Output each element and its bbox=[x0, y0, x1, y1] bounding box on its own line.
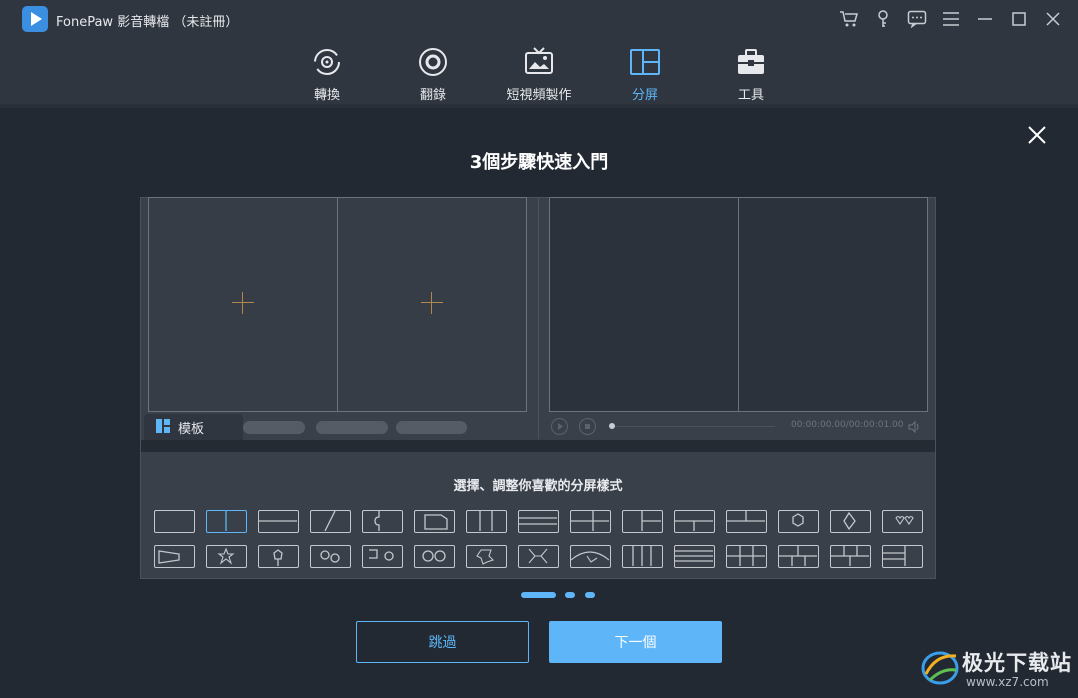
tab-label: 分屏 bbox=[631, 88, 658, 103]
layout-template-option[interactable] bbox=[518, 545, 559, 568]
grid-icon bbox=[156, 418, 170, 437]
app-title: FonePaw 影音轉檔 （未註冊） bbox=[56, 15, 239, 30]
tab-label: 工具 bbox=[737, 88, 764, 103]
layout-template-option[interactable] bbox=[778, 545, 819, 568]
tab-convert[interactable]: 轉換 bbox=[282, 46, 372, 103]
guide-title: 3個步驟快速入門 bbox=[469, 152, 609, 173]
layout-template-option[interactable] bbox=[466, 510, 507, 533]
layout-template-option[interactable] bbox=[570, 510, 611, 533]
layout-template-option[interactable] bbox=[206, 545, 247, 568]
layout-template-option[interactable] bbox=[674, 545, 715, 568]
layout-template-option[interactable] bbox=[674, 510, 715, 533]
pane-divider bbox=[738, 198, 739, 411]
stop-icon[interactable] bbox=[579, 418, 596, 435]
pane-divider bbox=[337, 198, 338, 411]
progress-handle[interactable] bbox=[609, 423, 615, 429]
layout-template-option[interactable] bbox=[882, 510, 923, 533]
layout-template-option[interactable] bbox=[206, 510, 247, 533]
layout-template-option[interactable] bbox=[466, 545, 507, 568]
tab-label: 轉換 bbox=[313, 88, 340, 103]
volume-icon[interactable] bbox=[907, 419, 921, 434]
edit-pane bbox=[148, 197, 527, 412]
layout-template-option[interactable] bbox=[154, 545, 195, 568]
split-screen-icon bbox=[628, 46, 662, 78]
feedback-icon[interactable] bbox=[906, 8, 928, 30]
output-preview-pane bbox=[549, 197, 928, 412]
tab-split-screen[interactable]: 分屏 bbox=[600, 46, 690, 103]
app-logo-icon bbox=[22, 6, 48, 32]
page-dot[interactable] bbox=[565, 592, 575, 598]
layout-template-option[interactable] bbox=[310, 545, 351, 568]
tab-toolbox[interactable]: 工具 bbox=[706, 46, 796, 103]
watermark-text: 极光下载站 bbox=[962, 651, 1072, 675]
main-nav: 轉換 翻錄 短視頻製作 分屏 工具 bbox=[0, 38, 1078, 104]
page-indicator bbox=[0, 591, 1078, 599]
preview-footer bbox=[141, 440, 935, 452]
skip-button[interactable]: 跳過 bbox=[356, 621, 529, 663]
layout-template-option[interactable] bbox=[622, 545, 663, 568]
layout-template-option[interactable] bbox=[310, 510, 351, 533]
layout-panel-title: 選擇、調整你喜歡的分屏樣式 bbox=[453, 479, 623, 494]
add-media-icon[interactable] bbox=[421, 292, 443, 314]
timecode: 00:00:00.00/00:00:01.00 bbox=[791, 420, 904, 430]
layout-template-option[interactable] bbox=[570, 545, 611, 568]
tab-short-video[interactable]: 短視頻製作 bbox=[494, 46, 584, 103]
tab-template[interactable]: 模板 bbox=[144, 414, 243, 440]
layout-template-option[interactable] bbox=[830, 545, 871, 568]
minimize-icon[interactable] bbox=[974, 8, 996, 30]
key-icon[interactable] bbox=[872, 8, 894, 30]
play-icon[interactable] bbox=[551, 418, 568, 435]
layout-template-option[interactable] bbox=[154, 510, 195, 533]
layout-template-option[interactable] bbox=[726, 545, 767, 568]
guide-close-icon[interactable] bbox=[1024, 122, 1050, 148]
playback-controls: 00:00:00.00/00:00:01.00 bbox=[549, 416, 928, 436]
layout-template-option[interactable] bbox=[362, 545, 403, 568]
layout-template-option[interactable] bbox=[518, 510, 559, 533]
tab-rip[interactable]: 翻錄 bbox=[388, 46, 478, 103]
tab-label: 翻錄 bbox=[419, 88, 446, 103]
page-dot[interactable] bbox=[585, 592, 595, 598]
tab-placeholder[interactable] bbox=[243, 421, 305, 434]
title-bar: FonePaw 影音轉檔 （未註冊） bbox=[0, 0, 1078, 38]
watermark-logo-icon bbox=[920, 644, 960, 688]
toolbox-icon bbox=[734, 46, 768, 78]
page-dot-active[interactable] bbox=[521, 592, 556, 598]
maximize-icon[interactable] bbox=[1008, 8, 1030, 30]
layout-template-option[interactable] bbox=[622, 510, 663, 533]
close-icon[interactable] bbox=[1042, 8, 1064, 30]
convert-icon bbox=[310, 46, 344, 78]
layout-template-option[interactable] bbox=[882, 545, 923, 568]
layout-template-option[interactable] bbox=[414, 510, 455, 533]
tab-placeholder[interactable] bbox=[396, 421, 467, 434]
layout-template-option[interactable] bbox=[258, 545, 299, 568]
next-button[interactable]: 下一個 bbox=[549, 621, 722, 663]
layout-template-option[interactable] bbox=[778, 510, 819, 533]
menu-icon[interactable] bbox=[940, 8, 962, 30]
layout-template-option[interactable] bbox=[726, 510, 767, 533]
progress-track[interactable] bbox=[615, 426, 775, 427]
layout-template-option[interactable] bbox=[258, 510, 299, 533]
layout-template-option[interactable] bbox=[830, 510, 871, 533]
layout-template-option[interactable] bbox=[362, 510, 403, 533]
disc-icon bbox=[416, 46, 450, 78]
add-media-icon[interactable] bbox=[232, 292, 254, 314]
tv-icon bbox=[522, 46, 556, 78]
layout-template-option[interactable] bbox=[414, 545, 455, 568]
cart-icon[interactable] bbox=[838, 8, 860, 30]
tab-placeholder[interactable] bbox=[316, 421, 388, 434]
watermark-url: www.xz7.com bbox=[966, 675, 1049, 689]
tab-label: 短視頻製作 bbox=[506, 88, 572, 103]
tab-template-label: 模板 bbox=[178, 421, 205, 437]
preview-divider bbox=[538, 197, 539, 439]
